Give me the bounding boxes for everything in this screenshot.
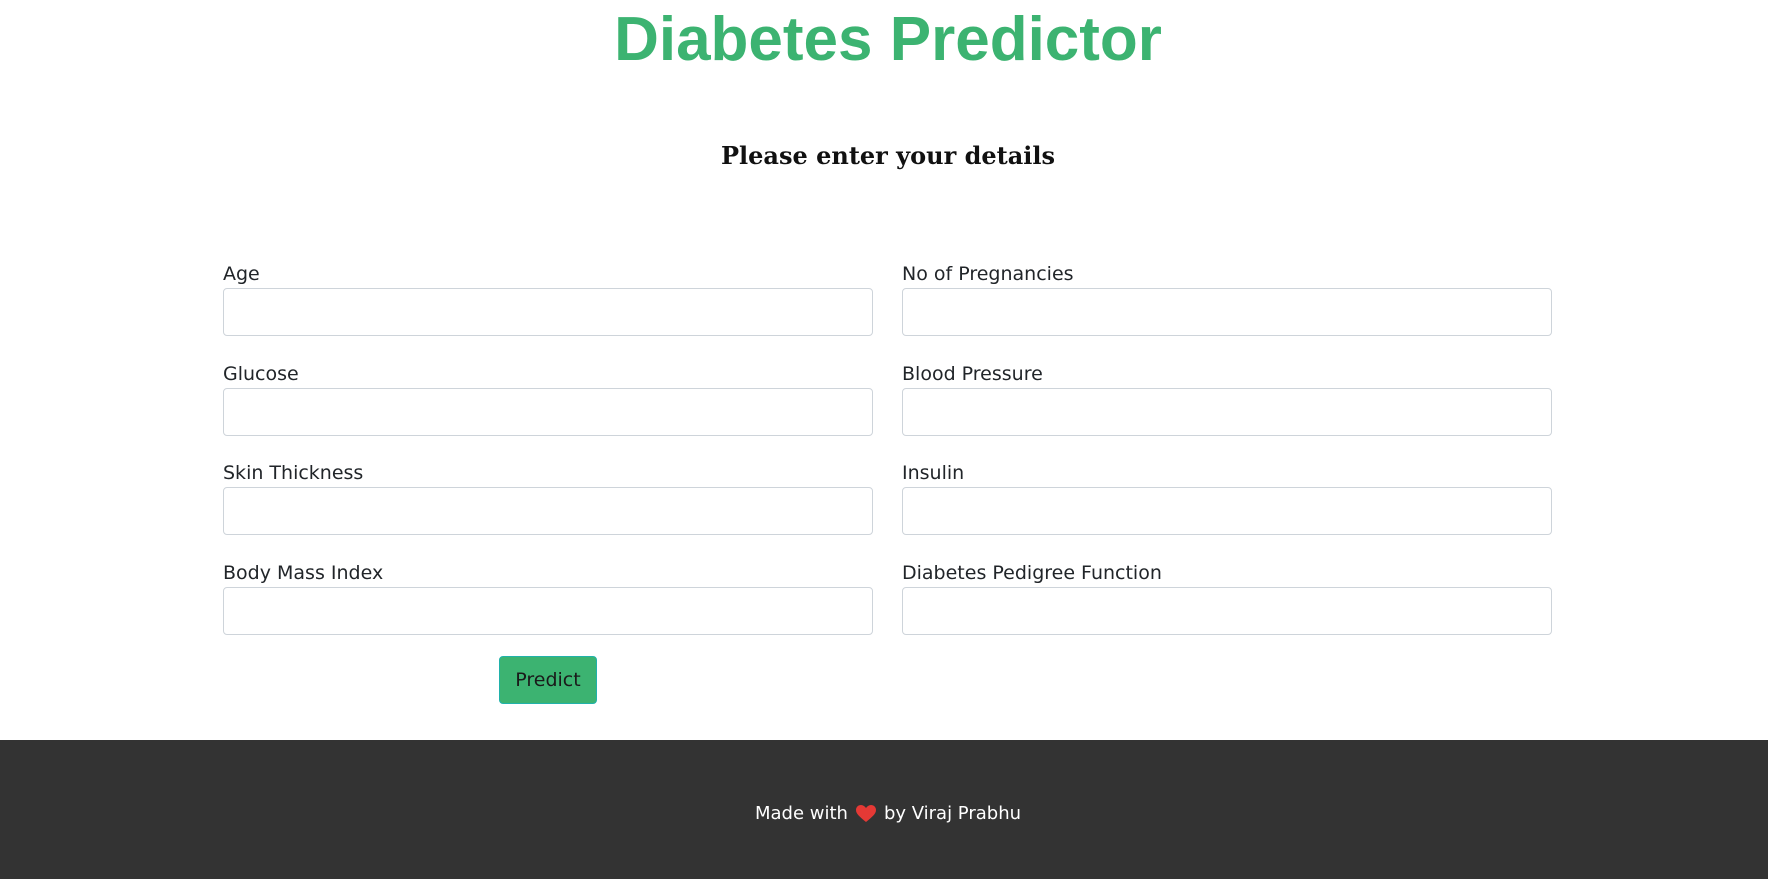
skin-thickness-input[interactable] [223, 487, 873, 535]
heart-icon [855, 805, 876, 823]
page-subtitle: Please enter your details [720, 141, 1056, 170]
glucose-label: Glucose [223, 363, 299, 385]
age-input[interactable] [223, 288, 873, 336]
skin-thickness-label: Skin Thickness [223, 462, 364, 484]
footer-author: by Viraj Prabhu [883, 803, 1022, 824]
pedigree-label: Diabetes Pedigree Function [902, 562, 1162, 584]
blood-pressure-input[interactable] [902, 388, 1552, 436]
predict-button[interactable]: Predict [499, 656, 597, 704]
footer-credit: Made with by Viraj Prabhu [0, 802, 1768, 826]
glucose-input[interactable] [223, 388, 873, 436]
footer-prefix: Made with [754, 803, 848, 824]
pregnancies-input[interactable] [902, 288, 1552, 336]
page: Diabetes Predictor Please enter your det… [0, 0, 1768, 879]
insulin-field-group: Insulin [902, 461, 1552, 535]
insulin-label: Insulin [902, 462, 965, 484]
insulin-input[interactable] [902, 487, 1552, 535]
blood-pressure-field-group: Blood Pressure [902, 362, 1552, 436]
glucose-field-group: Glucose [223, 362, 873, 436]
pedigree-input[interactable] [902, 587, 1552, 635]
bmi-label: Body Mass Index [223, 562, 384, 584]
pedigree-field-group: Diabetes Pedigree Function [902, 561, 1552, 635]
pregnancies-field-group: No of Pregnancies [902, 262, 1552, 336]
bmi-field-group: Body Mass Index [223, 561, 873, 635]
page-title: Diabetes Predictor [614, 5, 1162, 74]
age-field-group: Age [223, 262, 873, 336]
age-label: Age [223, 263, 260, 285]
bmi-input[interactable] [223, 587, 873, 635]
skin-thickness-field-group: Skin Thickness [223, 461, 873, 535]
pregnancies-label: No of Pregnancies [902, 263, 1074, 285]
blood-pressure-label: Blood Pressure [902, 363, 1043, 385]
